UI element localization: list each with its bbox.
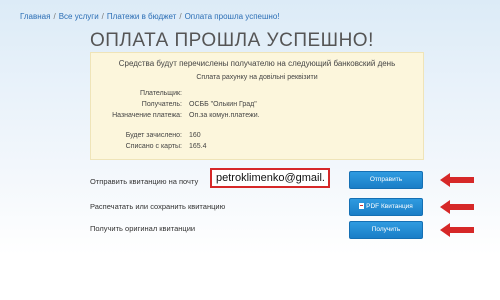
info-row-label: Получатель: — [141, 101, 182, 108]
info-row-recipient: Получатель: ОСББ "Олькин Град" — [91, 101, 425, 111]
breadcrumb-all-services[interactable]: Все услуги — [59, 12, 99, 21]
info-row-debited: Списано с карты: 165.4 — [91, 143, 425, 153]
print-receipt-label: Распечатать или сохранить квитанцию — [90, 202, 226, 211]
pdf-icon — [359, 203, 365, 209]
info-row-credited: Будет зачислено: 160 — [91, 132, 425, 142]
red-arrow-icon — [440, 223, 474, 237]
info-row-value: 160 — [189, 132, 201, 139]
red-arrow-icon — [440, 173, 474, 187]
send-email-label: Отправить квитанцию на почту — [90, 177, 199, 186]
page-title: ОПЛАТА ПРОШЛА УСПЕШНО! — [90, 30, 374, 51]
payment-info-box: Средства будут перечислены получателю на… — [90, 52, 424, 160]
info-row-label: Плательщик: — [139, 90, 182, 97]
breadcrumb-separator: / — [179, 12, 182, 21]
info-sub-text: Сплата рахунку на довільні реквізити — [196, 74, 318, 81]
pdf-receipt-button-label: PDF Квитанция — [366, 203, 413, 210]
info-row-label: Списано с карты: — [125, 143, 182, 150]
info-row-value: ОСББ "Олькин Град" — [189, 101, 257, 108]
email-field[interactable] — [210, 168, 330, 188]
breadcrumb-separator: / — [53, 12, 56, 21]
info-main-text: Средства будут перечислены получателю на… — [118, 59, 396, 68]
breadcrumb-home[interactable]: Главная — [20, 12, 50, 21]
breadcrumb: Главная / Все услуги / Платежи в бюджет / Опла… — [20, 12, 280, 21]
get-original-button[interactable]: Получить — [349, 221, 423, 239]
send-button[interactable]: Отправить — [349, 171, 423, 189]
info-row-purpose: Назначение платежа: Оп.за комун.платежи. — [91, 112, 425, 122]
info-row-label: Назначение платежа: — [112, 112, 182, 119]
red-arrow-icon — [440, 200, 474, 214]
breadcrumb-separator: / — [101, 12, 104, 21]
info-row-value: Оп.за комун.платежи. — [189, 112, 260, 119]
info-row-value: 165.4 — [189, 143, 207, 150]
breadcrumb-current: Оплата прошла успешно! — [184, 12, 280, 21]
get-original-label: Получить оригинал квитанции — [90, 224, 196, 233]
info-row-label: Будет зачислено: — [125, 132, 182, 139]
breadcrumb-budget-payments[interactable]: Платежи в бюджет — [107, 12, 176, 21]
pdf-receipt-button[interactable]: PDF Квитанция — [349, 198, 423, 216]
info-row-payer: Плательщик: — [91, 90, 425, 100]
